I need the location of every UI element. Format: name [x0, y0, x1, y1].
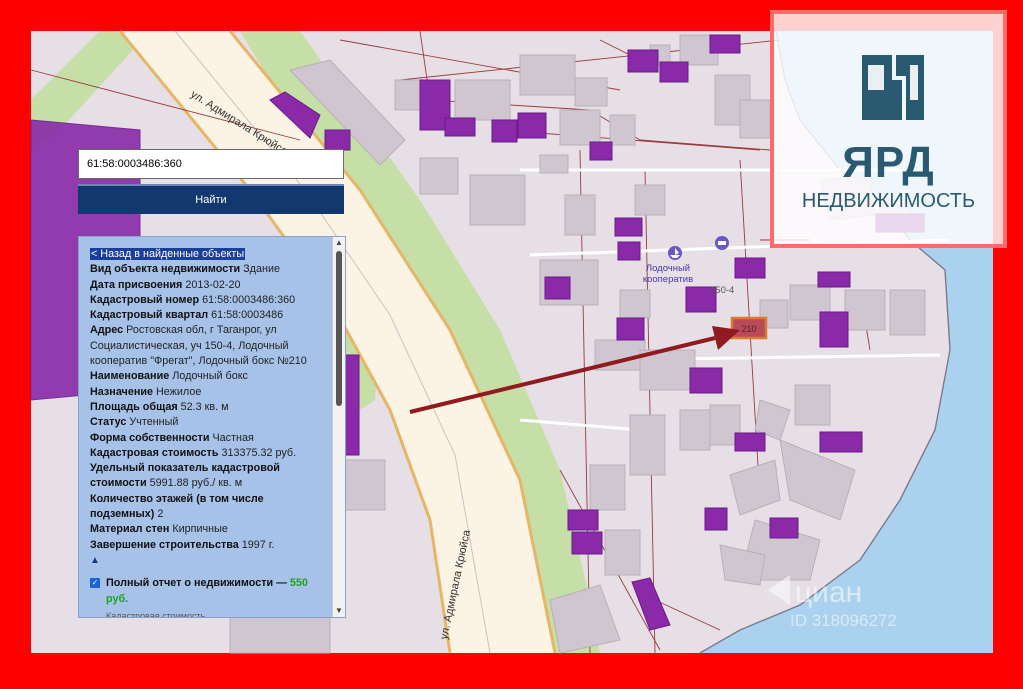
field-row: Наименование Лодочный бокс: [90, 369, 329, 384]
field-row: Дата присвоения 2013-02-20: [90, 278, 329, 293]
scroll-down-icon[interactable]: ▼: [335, 607, 343, 615]
field-label: Адрес: [90, 324, 124, 337]
field-label: Материал стен: [90, 523, 170, 536]
logo-name: ЯРД: [842, 138, 935, 187]
search-input[interactable]: [78, 149, 344, 179]
field-label: Статус: [90, 416, 127, 429]
logo-house-icon: [862, 55, 924, 120]
field-label: Завершение строительства: [90, 538, 239, 551]
field-value: Частная: [212, 431, 254, 444]
field-row: Кадастровый квартал 61:58:0003486: [90, 308, 329, 323]
field-value: Ростовская обл, г Таганрог, ул Социалист…: [90, 324, 307, 368]
field-label: Назначение: [90, 385, 153, 398]
field-value: 52.3 кв. м: [180, 400, 229, 413]
field-row: Удельный показатель кадастровой стоимост…: [90, 461, 329, 492]
back-to-results-link[interactable]: < Назад в найденные объекты: [90, 248, 246, 260]
field-row: Форма собственности Частная: [90, 431, 329, 446]
scroll-thumb[interactable]: [336, 251, 342, 406]
cut-off-text: Кадастровая стоимость: [106, 610, 206, 617]
field-label: Кадастровый номер: [90, 293, 200, 306]
field-value: Учтенный: [129, 416, 179, 429]
report-option[interactable]: ✓ Полный отчет о недвижимости — 550 руб.: [90, 576, 329, 607]
find-button[interactable]: Найти: [78, 184, 344, 214]
field-value: 61:58:0003486: [211, 309, 284, 322]
property-fields: Вид объекта недвижимости Здание Дата прис…: [90, 262, 329, 553]
field-value: 1997 г.: [241, 538, 275, 551]
field-label: Кадастровый квартал: [90, 309, 209, 322]
highlighted-parcel-label: 210: [741, 324, 756, 334]
field-value: Кирпичные: [172, 523, 228, 536]
field-value: Здание: [243, 263, 280, 276]
field-row: Кадастровая стоимость 313375.32 руб.: [90, 446, 329, 461]
field-row: Площадь общая 52.3 кв. м: [90, 400, 329, 415]
report-label: Полный отчет о недвижимости —: [106, 577, 290, 590]
info-panel[interactable]: < Назад в найденные объекты Вид объекта …: [78, 236, 346, 618]
field-label: Форма собственности: [90, 431, 210, 444]
logo: ЯРД НЕДВИЖИМОСТЬ: [770, 10, 1007, 248]
field-row: Адрес Ростовская обл, г Таганрог, ул Соц…: [90, 323, 329, 369]
house-number: 150-4: [710, 285, 734, 296]
svg-text:циан: циан: [795, 576, 862, 609]
field-row: Назначение Нежилое: [90, 385, 329, 400]
field-value: 5991.88 руб./ кв. м: [149, 477, 243, 490]
panel-scrollbar[interactable]: ▲ ▼: [332, 237, 345, 617]
collapse-icon[interactable]: ▲: [90, 553, 329, 568]
field-label: Кадастровая стоимость: [90, 446, 219, 459]
map-viewport[interactable]: 210 Лодочный кооператив 150-4 ул. Адмира…: [0, 0, 1023, 684]
info-panel-content: < Назад в найденные объекты Вид объекта …: [79, 237, 333, 617]
field-label: Наименование: [90, 370, 170, 383]
poi-label: Лодочный: [646, 263, 690, 274]
field-value: 2013-02-20: [185, 278, 241, 291]
field-row: Вид объекта недвижимости Здание: [90, 262, 329, 277]
poi-label: кооператив: [643, 274, 693, 285]
field-value: 61:58:0003486:360: [202, 293, 296, 306]
field-row: Материал стен Кирпичные: [90, 522, 329, 537]
field-value: Лодочный бокс: [172, 370, 248, 383]
field-label: Площадь общая: [90, 400, 178, 413]
field-value: 313375.32 руб.: [221, 446, 297, 459]
field-row: Статус Учтенный: [90, 415, 329, 430]
field-label: Вид объекта недвижимости: [90, 263, 241, 276]
field-row: Завершение строительства 1997 г.: [90, 538, 329, 553]
field-value: 2: [157, 508, 164, 521]
field-label: Дата присвоения: [90, 278, 183, 291]
svg-text:ID 318096272: ID 318096272: [790, 611, 897, 630]
field-label: Количество этажей (в том числе подземных…: [90, 492, 264, 521]
checkbox-checked-icon[interactable]: ✓: [90, 578, 100, 589]
field-row: Количество этажей (в том числе подземных…: [90, 492, 329, 523]
field-value: Нежилое: [156, 385, 202, 398]
scroll-up-icon[interactable]: ▲: [335, 239, 343, 247]
logo-subtitle: НЕДВИЖИМОСТЬ: [801, 190, 976, 212]
field-row: Кадастровый номер 61:58:0003486:360: [90, 293, 329, 308]
